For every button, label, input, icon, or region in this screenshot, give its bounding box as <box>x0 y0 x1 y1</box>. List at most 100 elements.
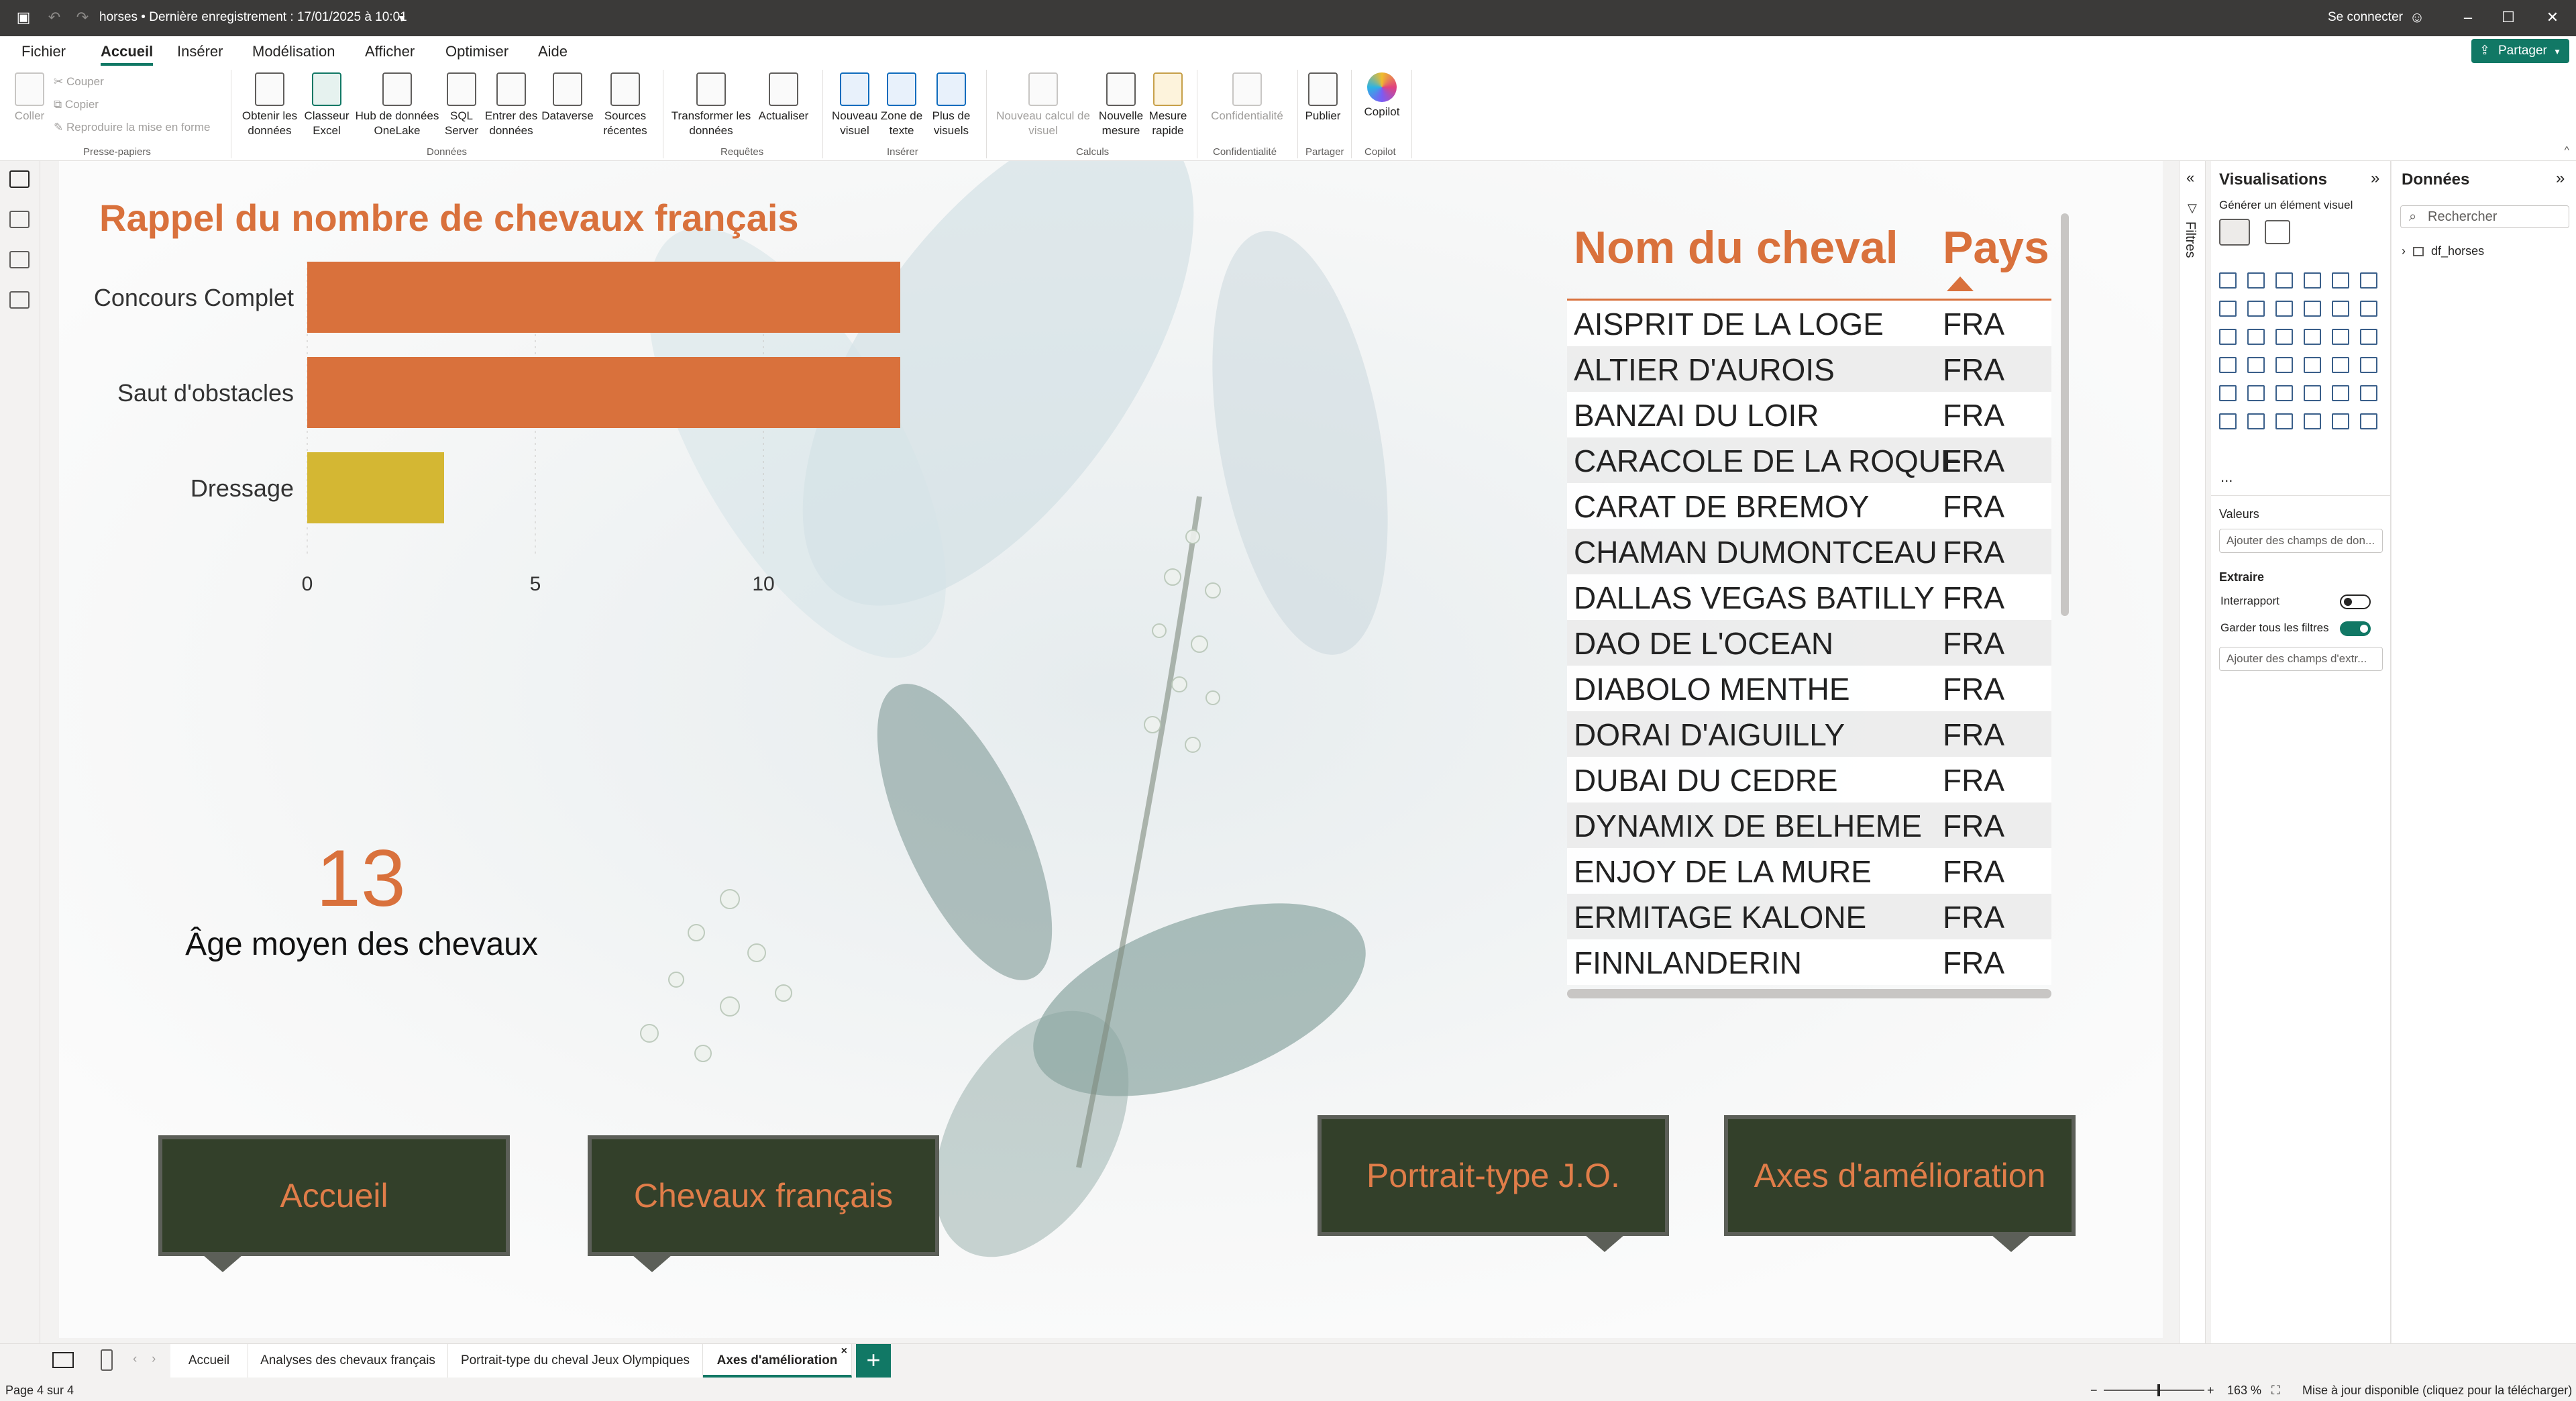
column-header-name[interactable]: Nom du cheval <box>1574 221 1898 274</box>
chevron-down-icon[interactable]: ▼ <box>397 13 407 23</box>
line-column-visual-icon[interactable] <box>2304 301 2321 317</box>
dax-query-view-icon[interactable] <box>9 291 30 309</box>
table-row[interactable]: CHAMAN DUMONTCEAU FRA <box>1567 529 2051 574</box>
kpi-visual-icon[interactable] <box>2360 357 2377 373</box>
menu-modelisation[interactable]: Modélisation <box>252 43 335 60</box>
account-icon[interactable]: ☺ <box>2407 7 2427 28</box>
treemap-visual-icon[interactable] <box>2332 329 2349 345</box>
tab-portrait-type[interactable]: Portrait-type du cheval Jeux Olympiques <box>448 1344 703 1378</box>
update-available-link[interactable]: Mise à jour disponible (cliquez pour la … <box>2302 1384 2572 1398</box>
table-row[interactable]: CARAT DE BREMOY FRA <box>1567 483 2051 529</box>
bar[interactable] <box>307 262 900 333</box>
zoom-out-icon[interactable]: − <box>2090 1384 2098 1398</box>
copy-button[interactable]: ⧉ Copier <box>54 98 99 111</box>
sort-ascending-icon[interactable] <box>1947 276 1974 291</box>
new-visual-button[interactable]: Nouveau visuel <box>826 72 883 138</box>
sql-server-button[interactable]: SQL Server <box>441 72 482 138</box>
waterfall-visual-icon[interactable] <box>2360 301 2377 317</box>
report-canvas[interactable]: Rappel du nombre de chevaux français Con… <box>59 161 2163 1338</box>
clustered-bar-visual-icon[interactable] <box>2275 272 2293 289</box>
pie-visual-icon[interactable] <box>2275 329 2293 345</box>
tab-analyses-chevaux[interactable]: Analyses des chevaux français <box>248 1344 448 1378</box>
format-visual-tab[interactable] <box>2265 220 2290 244</box>
card-visual-icon[interactable] <box>2304 357 2321 373</box>
more-visuals-ellipsis[interactable]: ... <box>2220 468 2233 486</box>
drillthrough-field-well[interactable]: Ajouter des champs d'extr... <box>2219 647 2383 671</box>
report-view-icon[interactable] <box>9 170 30 188</box>
clustered-column-visual-icon[interactable] <box>2304 272 2321 289</box>
key-influencers-visual-icon[interactable] <box>2360 385 2377 401</box>
enter-data-button[interactable]: Entrer des données <box>482 72 541 138</box>
decomposition-visual-icon[interactable] <box>2219 413 2237 429</box>
filters-pane-collapsed[interactable]: « ▽ Filtres <box>2179 161 2206 1347</box>
100-column-visual-icon[interactable] <box>2360 272 2377 289</box>
model-view-icon[interactable] <box>9 251 30 268</box>
build-visual-tab[interactable] <box>2219 219 2250 246</box>
save-icon[interactable]: ▣ <box>13 7 34 28</box>
table-row[interactable]: ALTIER D'AUROIS FRA <box>1567 346 2051 392</box>
table-visual-icon[interactable] <box>2247 385 2265 401</box>
expand-filters-icon[interactable]: « <box>2186 169 2194 187</box>
ribbon-visual-icon[interactable] <box>2332 301 2349 317</box>
collapse-ribbon-icon[interactable]: ^ <box>2564 145 2569 157</box>
onelake-hub-button[interactable]: Hub de données OneLake <box>353 72 441 138</box>
table-row[interactable]: DALLAS VEGAS BATILLY FRA <box>1567 574 2051 620</box>
table-row[interactable]: DAO DE L'OCEAN FRA <box>1567 620 2051 666</box>
table-row[interactable]: ENJOY DE LA MURE FRA <box>1567 848 2051 894</box>
recent-sources-button[interactable]: Sources récentes <box>597 72 653 138</box>
column-header-country[interactable]: Pays <box>1943 221 2049 274</box>
next-page-icon[interactable]: › <box>152 1352 156 1367</box>
document-title[interactable]: horses • Dernière enregistrement : 17/01… <box>99 10 407 25</box>
cut-button[interactable]: ✂ Couper <box>54 75 104 89</box>
paginated-visual-icon[interactable] <box>2304 413 2321 429</box>
cross-report-toggle[interactable] <box>2340 594 2371 609</box>
redo-icon[interactable]: ↷ <box>72 7 93 28</box>
tab-axes-amelioration[interactable]: Axes d'amélioration × <box>703 1344 852 1378</box>
menu-fichier[interactable]: Fichier <box>21 43 66 60</box>
transform-data-button[interactable]: Transformer les données <box>669 72 753 138</box>
sensitivity-button[interactable]: Confidentialité <box>1203 72 1291 123</box>
funnel-visual-icon[interactable] <box>2219 329 2237 345</box>
table-tree-item[interactable]: › df_horses <box>2402 244 2484 258</box>
maximize-icon[interactable]: ☐ <box>2498 7 2518 28</box>
narrative-visual-icon[interactable] <box>2275 413 2293 429</box>
refresh-button[interactable]: Actualiser <box>753 72 814 123</box>
table-row[interactable]: ERMITAGE KALONE FRA <box>1567 894 2051 939</box>
search-input[interactable]: ⌕ Rechercher <box>2400 205 2569 228</box>
nav-button-portrait-type[interactable]: Portrait-type J.O. <box>1318 1115 1669 1252</box>
excel-workbook-button[interactable]: Classeur Excel <box>301 72 353 138</box>
share-button[interactable]: ⇪ Partager ▼ <box>2471 39 2569 63</box>
get-data-button[interactable]: Obtenir les données <box>239 72 301 138</box>
python-visual-visual-icon[interactable] <box>2332 385 2349 401</box>
table-row[interactable]: FINNLANDERIN FRA <box>1567 939 2051 985</box>
qa-visual-icon[interactable] <box>2247 413 2265 429</box>
menu-accueil[interactable]: Accueil <box>101 43 154 66</box>
previous-page-icon[interactable]: ‹ <box>133 1352 137 1367</box>
nav-button-accueil[interactable]: Accueil <box>158 1135 510 1272</box>
desktop-layout-icon[interactable] <box>52 1352 74 1368</box>
copilot-button[interactable]: Copilot <box>1356 72 1407 119</box>
donut-visual-icon[interactable] <box>2304 329 2321 345</box>
area-visual-icon[interactable] <box>2247 301 2265 317</box>
new-visual-calculation-button[interactable]: Nouveau calcul de visuel <box>993 72 1093 138</box>
menu-aide[interactable]: Aide <box>538 43 568 60</box>
power-apps-visual-icon[interactable] <box>2332 413 2349 429</box>
more-visuals-button[interactable]: Plus de visuels <box>924 72 978 138</box>
new-measure-button[interactable]: Nouvelle mesure <box>1092 72 1150 138</box>
bar-chart[interactable]: Concours Complet Saut d'obstacles Dressage… <box>59 262 904 825</box>
table-row[interactable]: AISPRIT DE LA LOGE FRA <box>1567 301 2051 346</box>
power-automate-visual-icon[interactable] <box>2360 413 2377 429</box>
table-row[interactable]: DORAI D'AIGUILLY FRA <box>1567 711 2051 757</box>
zoom-slider[interactable] <box>2104 1384 2204 1396</box>
undo-icon[interactable]: ↶ <box>44 7 64 28</box>
stacked-area-visual-icon[interactable] <box>2275 301 2293 317</box>
line-visual-icon[interactable] <box>2219 301 2237 317</box>
multi-row-card-visual-icon[interactable] <box>2332 357 2349 373</box>
table-row[interactable]: BANZAI DU LOIR FRA <box>1567 392 2051 437</box>
bar[interactable] <box>307 452 444 523</box>
close-icon[interactable]: ✕ <box>2542 7 2563 28</box>
values-field-well[interactable]: Ajouter des champs de don... <box>2219 529 2383 553</box>
table-row[interactable]: DUBAI DU CEDRE FRA <box>1567 757 2051 802</box>
tab-accueil[interactable]: Accueil <box>170 1344 248 1378</box>
keep-filters-toggle[interactable] <box>2340 621 2371 636</box>
